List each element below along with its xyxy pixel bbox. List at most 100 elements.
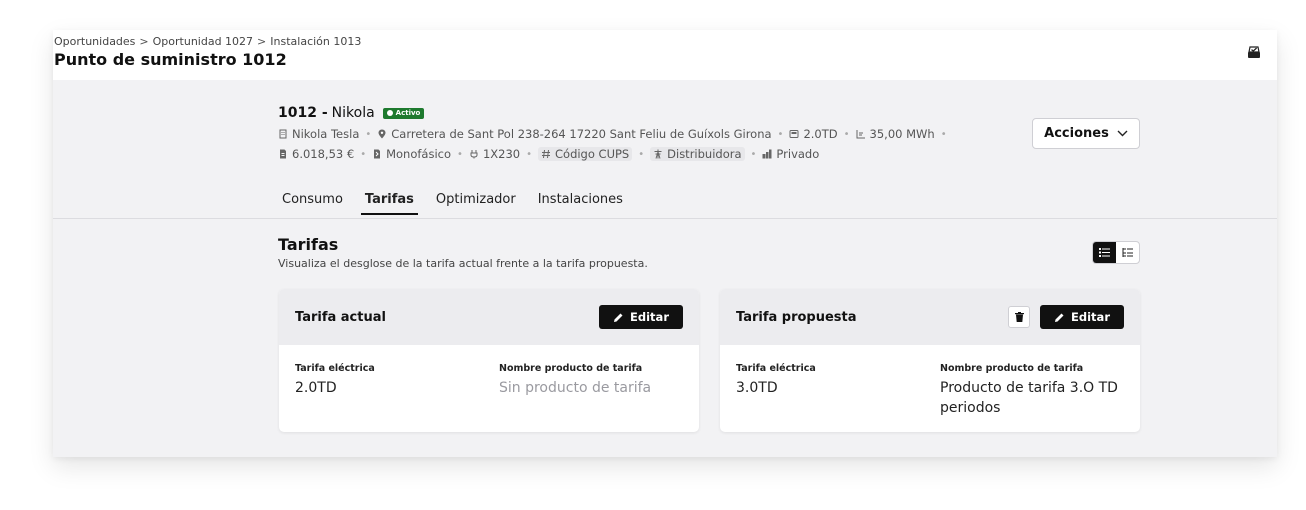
edit-button[interactable]: Editar — [1040, 305, 1124, 329]
meta-distributor: Distribuidora — [650, 147, 745, 161]
card-title: Tarifa propuesta — [736, 309, 857, 325]
card-tarifa-actual: Tarifa actual Editar Tarifa eléctrica 2.… — [279, 289, 699, 432]
plug-icon — [470, 150, 478, 159]
card-header: Tarifa propuesta Editar — [720, 289, 1140, 345]
tab-consumo[interactable]: Consumo — [278, 186, 347, 215]
signal-icon — [762, 149, 772, 159]
meta-client: Nikola Tesla — [278, 127, 359, 141]
edit-button-label: Editar — [1071, 310, 1110, 324]
meta-voltage: 1X230 — [469, 147, 520, 161]
meta-market-text: Privado — [776, 147, 820, 161]
chevron-right-icon: > — [139, 35, 149, 48]
tab-tarifas[interactable]: Tarifas — [360, 186, 418, 215]
meta-line-1: Nikola Tesla • Carretera de Sant Pol 238… — [278, 127, 1138, 141]
meta-phase: Monofásico — [372, 147, 451, 161]
meta-invoice-text: 6.018,53 € — [292, 147, 355, 161]
view-toggle — [1092, 241, 1140, 264]
check-circle-icon — [386, 110, 393, 116]
breadcrumb: Oportunidades > Oportunidad 1027 > Insta… — [54, 35, 361, 48]
field-value: 3.0TD — [736, 380, 778, 396]
invoice-icon — [280, 149, 286, 159]
actions-label: Acciones — [1044, 126, 1109, 141]
tab-instalaciones[interactable]: Instalaciones — [534, 186, 627, 215]
card-header: Tarifa actual Editar — [279, 289, 699, 345]
field-value: Sin producto de tarifa — [499, 380, 652, 396]
list-icon — [1099, 248, 1110, 257]
app-window: Oportunidades > Oportunidad 1027 > Insta… — [53, 30, 1277, 457]
breadcrumb-link-oportunidades[interactable]: Oportunidades — [54, 35, 135, 48]
meta-cups-text: Código CUPS — [555, 147, 630, 161]
tab-bar: Consumo Tarifas Optimizador Instalacione… — [278, 186, 627, 215]
list-view-button[interactable] — [1093, 242, 1116, 263]
delete-button[interactable] — [1008, 306, 1031, 328]
page-title: Punto de suministro 1012 — [54, 50, 287, 69]
status-badge-label: Activo — [395, 109, 421, 117]
top-bar: Oportunidades > Oportunidad 1027 > Insta… — [53, 30, 1277, 80]
inbox-check-icon[interactable] — [1247, 45, 1261, 59]
field-label: Tarifa eléctrica — [295, 363, 375, 374]
separator-dot: • — [360, 148, 367, 160]
card-body: Tarifa eléctrica 3.0TD Nombre producto d… — [720, 345, 1140, 416]
trash-icon — [1014, 312, 1024, 322]
field-value: Producto de tarifa 3.O TD periodos — [940, 380, 1118, 416]
section-title: Tarifas — [278, 235, 339, 254]
breadcrumb-link-oportunidad[interactable]: Oportunidad 1027 — [153, 35, 253, 48]
meta-phase-text: Monofásico — [386, 147, 452, 161]
meta-voltage-text: 1X230 — [482, 147, 521, 161]
meta-consumption: 35,00 MWh — [856, 127, 935, 141]
separator-dot: • — [457, 148, 463, 160]
meta-consumption-text: 35,00 MWh — [869, 127, 935, 141]
supply-point-summary: 1012 - Nikola Activo Nikola Tesla • Carr… — [278, 105, 1138, 161]
field-label: Tarifa eléctrica — [736, 363, 816, 374]
phase-icon — [374, 149, 381, 159]
hash-icon — [542, 149, 550, 159]
tower-icon — [654, 149, 662, 159]
location-pin-icon — [378, 129, 386, 139]
status-badge: Activo — [382, 107, 425, 119]
field-tarifa: Tarifa eléctrica 2.0TD — [295, 363, 375, 398]
detail-view-button[interactable] — [1116, 242, 1139, 263]
tabs-divider — [53, 218, 1277, 219]
tab-optimizador[interactable]: Optimizador — [432, 186, 520, 215]
building-icon — [279, 129, 287, 139]
meta-distributor-text: Distribuidora — [667, 147, 742, 161]
chart-icon — [856, 130, 865, 139]
separator-dot: • — [843, 128, 850, 140]
breadcrumb-current: Instalación 1013 — [270, 35, 362, 48]
edit-button-label: Editar — [630, 310, 669, 324]
section-description: Visualiza el desglose de la tarifa actua… — [278, 257, 648, 270]
meta-tariff: 2.0TD — [789, 127, 838, 141]
chevron-right-icon: > — [257, 35, 267, 48]
meter-icon — [789, 130, 799, 138]
meta-client-text: Nikola Tesla — [292, 127, 360, 141]
actions-dropdown-button[interactable]: Acciones — [1032, 118, 1140, 149]
field-value: 2.0TD — [295, 380, 337, 396]
field-label: Nombre producto de tarifa — [940, 363, 1084, 374]
separator-dot: • — [777, 128, 784, 140]
edit-button[interactable]: Editar — [599, 305, 683, 329]
card-title: Tarifa actual — [295, 309, 386, 325]
field-label: Nombre producto de tarifa — [499, 363, 643, 374]
separator-dot: • — [750, 148, 757, 160]
separator-dot: • — [638, 148, 645, 160]
separator-dot: • — [940, 128, 947, 140]
pencil-icon — [1055, 313, 1064, 322]
meta-line-2: 6.018,53 € • Monofásico • 1X230 • Código… — [278, 147, 1138, 161]
field-tarifa: Tarifa eléctrica 3.0TD — [736, 363, 816, 398]
detail-list-icon — [1122, 248, 1133, 257]
separator-dot: • — [365, 128, 372, 140]
field-producto: Nombre producto de tarifa Producto de ta… — [940, 363, 1130, 418]
separator-dot: • — [526, 148, 532, 160]
card-body: Tarifa eléctrica 2.0TD Nombre producto d… — [279, 345, 699, 396]
chevron-down-icon — [1117, 130, 1128, 137]
card-tarifa-propuesta: Tarifa propuesta Editar Tarifa eléctrica… — [720, 289, 1140, 432]
pencil-icon — [614, 313, 623, 322]
meta-invoice: 6.018,53 € — [278, 147, 354, 161]
meta-address: Carretera de Sant Pol 238-264 17220 Sant… — [377, 127, 772, 141]
meta-tariff-text: 2.0TD — [803, 127, 838, 141]
meta-market: Privado — [762, 147, 819, 161]
meta-address-text: Carretera de Sant Pol 238-264 17220 Sant… — [391, 127, 772, 141]
supply-point-id: 1012 - — [278, 105, 328, 121]
supply-point-name: Nikola — [331, 105, 375, 121]
meta-cups: Código CUPS — [538, 147, 633, 161]
